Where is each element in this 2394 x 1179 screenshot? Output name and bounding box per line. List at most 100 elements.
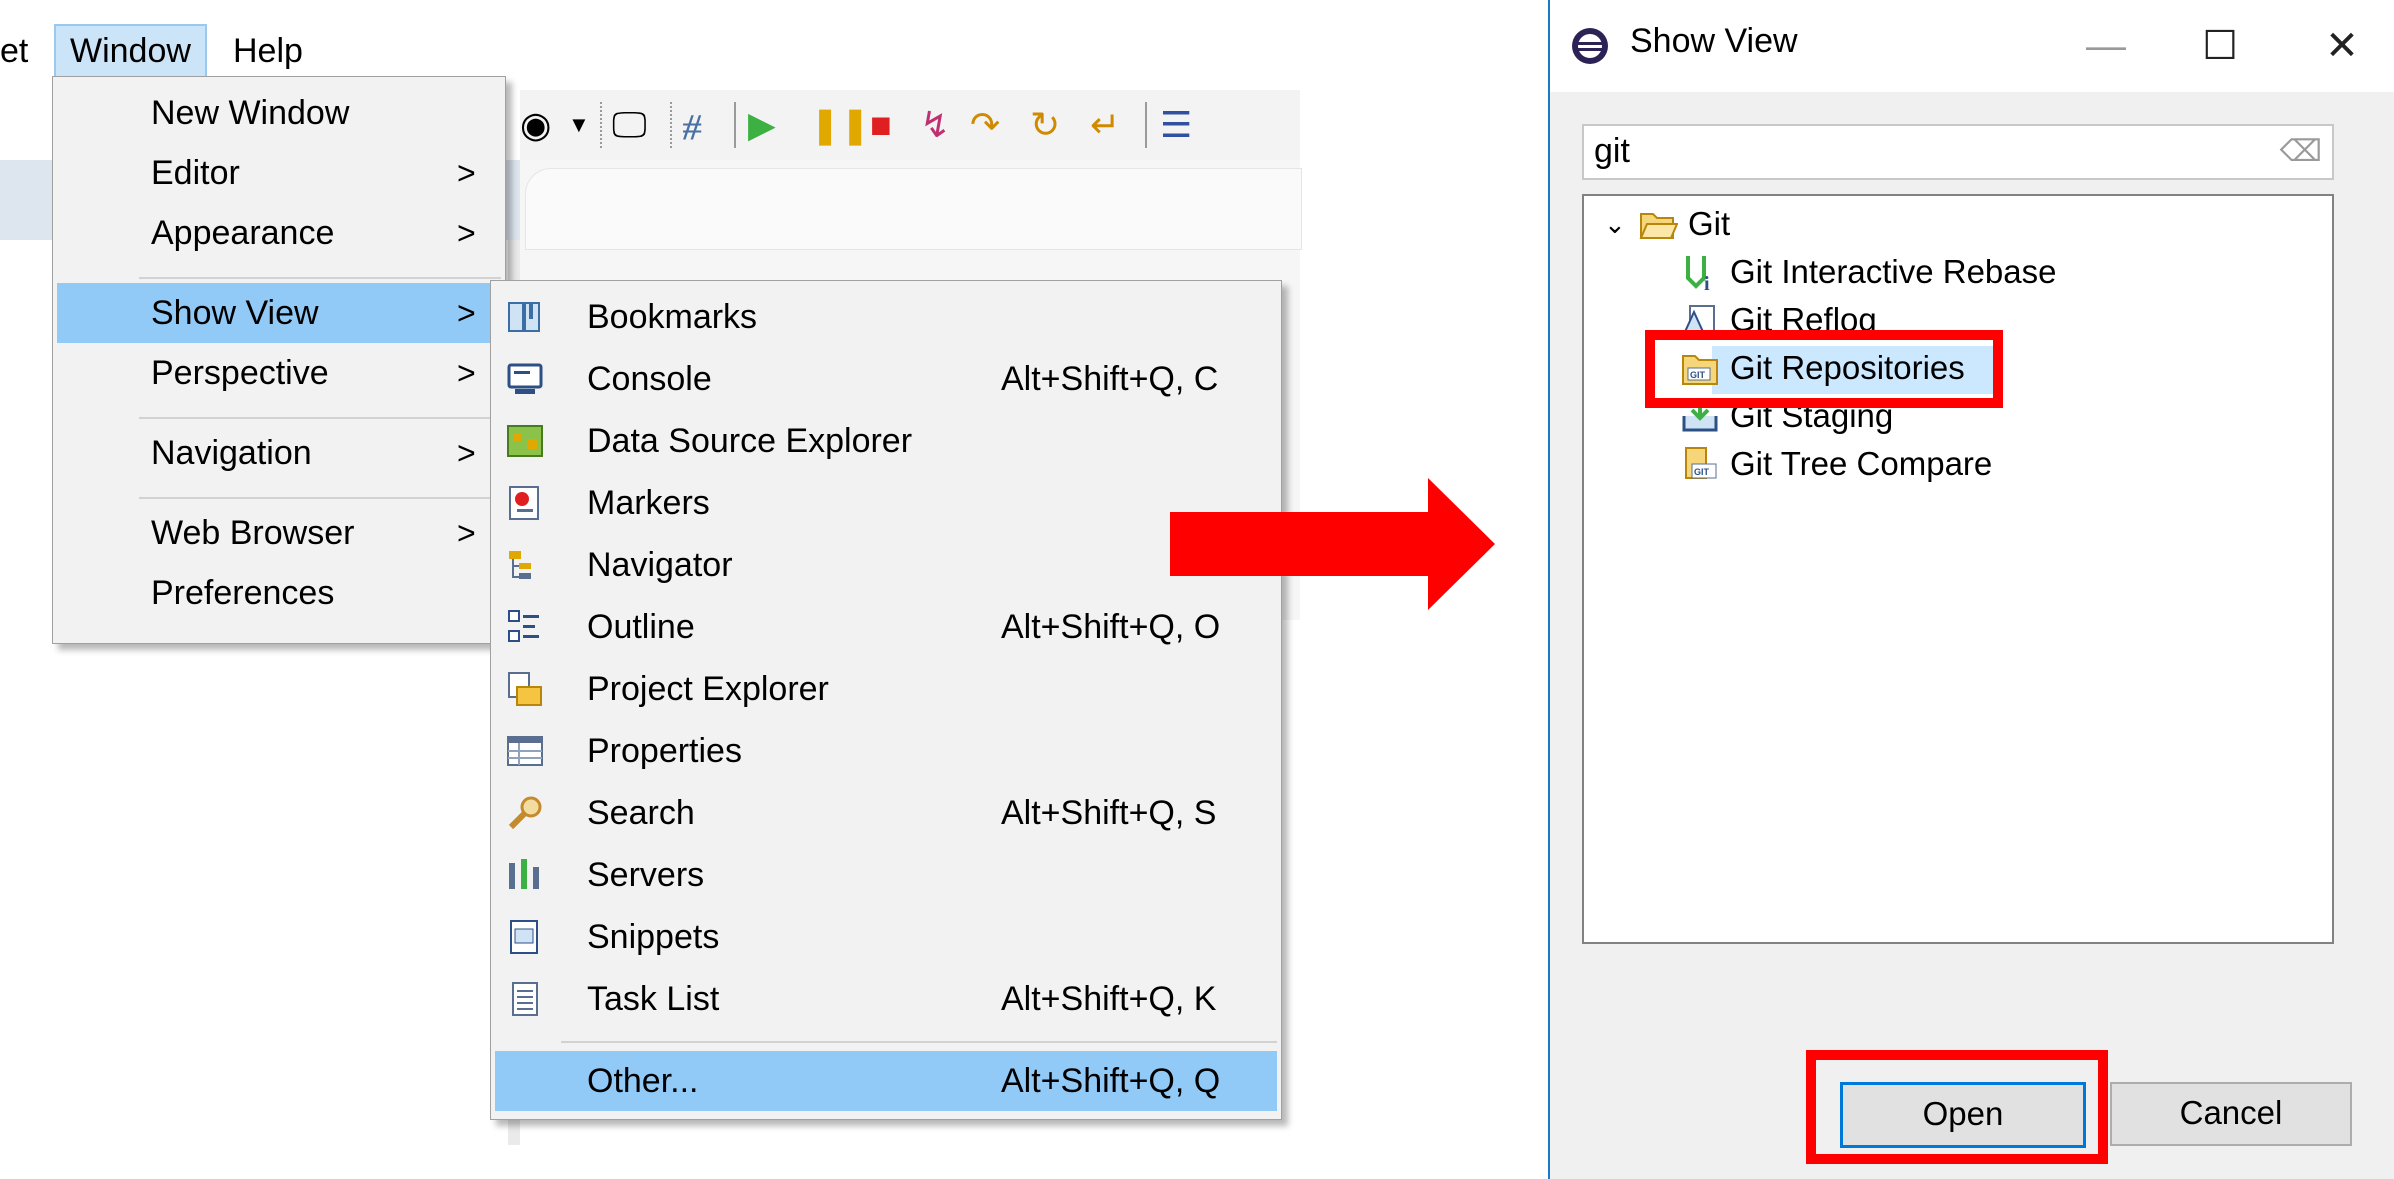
avatar-icon[interactable]: ◉ <box>520 100 551 150</box>
git-tree-compare-icon: GIT <box>1685 447 1717 479</box>
outline-icon <box>508 610 539 642</box>
step-return-icon[interactable]: ↵ <box>1090 100 1120 150</box>
view-item-other[interactable]: Other... Alt+Shift+Q, Q <box>495 1051 1277 1111</box>
view-item-label: Project Explorer <box>587 670 829 708</box>
menu-item-label: Editor <box>151 154 240 192</box>
suspend-icon[interactable]: ❚❚ <box>810 100 870 150</box>
view-item-label: Servers <box>587 856 705 894</box>
view-item-label: Task List <box>587 980 720 1018</box>
svg-text:i: i <box>1704 273 1710 292</box>
view-tree: ⌄ Git i Git Interactive Rebase Git Reflo… <box>1582 194 2334 944</box>
project-explorer-icon <box>508 672 542 706</box>
view-item-navigator[interactable]: Navigator <box>491 535 1281 595</box>
clear-filter-icon[interactable]: ⌫ <box>2280 134 2322 169</box>
view-item-servers[interactable]: Servers <box>491 845 1281 905</box>
main-toolbar: ◉ ▼ 🖵 ⧣ ▶ ❚❚ ■ ↯ ↷ ↻ ↵ ☰ <box>520 90 1300 160</box>
menubar-item-help[interactable]: Help <box>233 26 303 76</box>
skip-breakpoints-icon[interactable]: ⧣ <box>682 100 702 150</box>
menu-item-new-window[interactable]: New Window <box>53 83 505 143</box>
menu-item-editor[interactable]: Editor > <box>53 143 505 203</box>
bookmarks-icon <box>508 302 540 332</box>
view-item-label: Data Source Explorer <box>587 422 913 460</box>
view-item-task-list[interactable]: Task List Alt+Shift+Q, K <box>491 969 1281 1029</box>
menu-item-label: New Window <box>151 94 350 132</box>
view-item-markers[interactable]: Markers <box>491 473 1281 533</box>
menu-item-preferences[interactable]: Preferences <box>53 563 505 623</box>
view-item-label: Markers <box>587 484 710 522</box>
filter-input-value: git <box>1594 132 1630 170</box>
view-item-label: Outline <box>587 608 695 646</box>
menu-item-label: Perspective <box>151 354 329 392</box>
annotation-box-git-repositories <box>1645 330 2003 408</box>
menu-item-appearance[interactable]: Appearance > <box>53 203 505 263</box>
menubar: et Window Help <box>0 18 320 80</box>
chevron-right-icon: > <box>457 155 476 191</box>
view-item-outline[interactable]: Outline Alt+Shift+Q, O <box>491 597 1281 657</box>
menu-item-show-view[interactable]: Show View > <box>57 283 501 343</box>
view-item-search[interactable]: Search Alt+Shift+Q, S <box>491 783 1281 843</box>
navigator-icon <box>509 551 531 579</box>
menu-item-perspective[interactable]: Perspective > <box>53 343 505 403</box>
filter-input[interactable]: git ⌫ <box>1582 124 2334 180</box>
chevron-right-icon: > <box>457 355 476 391</box>
view-item-data-source-explorer[interactable]: Data Source Explorer <box>491 411 1281 471</box>
view-item-label: Bookmarks <box>587 298 758 336</box>
annotation-box-open <box>1806 1050 2108 1164</box>
view-item-label: Navigator <box>587 546 733 584</box>
dropdown-icon[interactable]: ▼ <box>568 100 590 150</box>
step-into-icon[interactable]: ↷ <box>970 100 1000 150</box>
view-item-label: Properties <box>587 732 742 770</box>
menu-item-label: Web Browser <box>151 514 355 552</box>
view-item-label: Console <box>587 360 712 398</box>
close-icon[interactable]: ✕ <box>2312 18 2372 74</box>
tree-folder-git[interactable]: ⌄ Git <box>1604 200 2004 248</box>
view-item-shortcut: Alt+Shift+Q, C <box>1001 360 1219 398</box>
menubar-item-window[interactable]: Window <box>54 24 207 78</box>
svg-text:GIT: GIT <box>1694 467 1710 477</box>
view-item-bookmarks[interactable]: Bookmarks <box>491 287 1281 347</box>
view-item-shortcut: Alt+Shift+Q, K <box>1001 980 1217 1018</box>
view-item-properties[interactable]: Properties <box>491 721 1281 781</box>
view-item-console[interactable]: Console Alt+Shift+Q, C <box>491 349 1281 409</box>
servers-icon <box>509 859 539 889</box>
menu-item-web-browser[interactable]: Web Browser > <box>53 503 505 563</box>
menu-separator <box>139 497 501 499</box>
console-icon <box>507 363 543 394</box>
search-icon <box>508 796 542 830</box>
minimize-icon[interactable]: — <box>2076 18 2136 74</box>
view-item-project-explorer[interactable]: Project Explorer <box>491 659 1281 719</box>
chevron-right-icon: > <box>457 515 476 551</box>
terminate-icon[interactable]: ■ <box>870 100 892 150</box>
display-icon[interactable]: 🖵 <box>612 100 647 150</box>
tree-item-label: Git Tree Compare <box>1730 445 1993 482</box>
menu-separator <box>561 1041 1277 1043</box>
chevron-right-icon: > <box>457 215 476 251</box>
tree-item-label: Git <box>1688 205 1731 242</box>
step-over-icon[interactable]: ↻ <box>1030 100 1060 150</box>
menu-item-label: Navigation <box>151 434 312 472</box>
red-arrow-icon <box>1170 478 1495 610</box>
view-item-shortcut: Alt+Shift+Q, Q <box>1001 1062 1221 1100</box>
window-menu: New Window Editor > Appearance > Show Vi… <box>52 76 506 644</box>
eclipse-icon <box>1572 28 1608 64</box>
view-item-label: Search <box>587 794 695 832</box>
menu-separator <box>139 417 501 419</box>
view-item-label: Snippets <box>587 918 720 956</box>
task-list-icon <box>512 982 538 1016</box>
view-item-snippets[interactable]: Snippets <box>491 907 1281 967</box>
menu-item-navigation[interactable]: Navigation > <box>53 423 505 483</box>
resume-icon[interactable]: ▶ <box>748 100 776 150</box>
snippets-icon <box>510 920 538 954</box>
git-interactive-rebase-icon: i <box>1686 256 1710 292</box>
maximize-icon[interactable]: ☐ <box>2190 18 2250 74</box>
disconnect-icon[interactable]: ↯ <box>920 100 950 150</box>
tree-item-git-tree-compare[interactable]: GIT Git Tree Compare <box>1680 440 2280 488</box>
tree-item-git-interactive-rebase[interactable]: i Git Interactive Rebase <box>1680 248 2280 296</box>
cancel-button[interactable]: Cancel <box>2110 1082 2352 1146</box>
dialog-title: Show View <box>1630 22 1798 60</box>
menu-icon[interactable]: ☰ <box>1160 100 1192 150</box>
folder-open-icon <box>1639 213 1678 239</box>
data-source-explorer-icon <box>507 425 543 457</box>
menubar-item-previous[interactable]: et <box>0 26 28 76</box>
dialog-titlebar[interactable]: Show View — ☐ ✕ <box>1550 0 2394 92</box>
